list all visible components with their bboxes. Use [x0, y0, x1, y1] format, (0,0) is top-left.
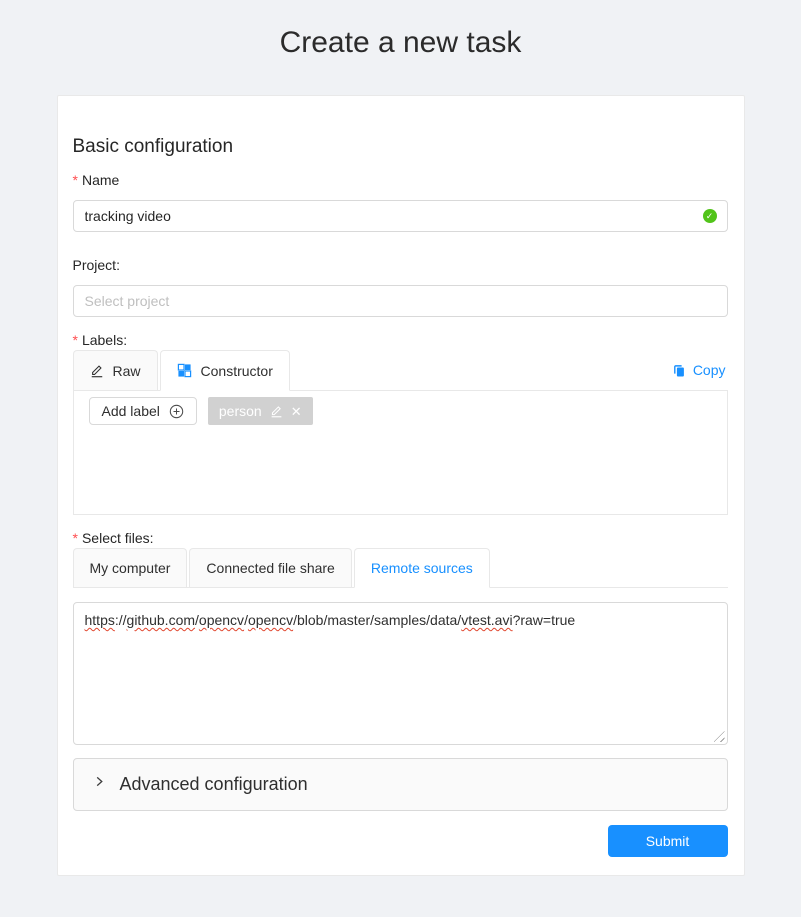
- copy-button[interactable]: Copy: [672, 362, 728, 378]
- files-tabbar: My computer Connected file share Remote …: [73, 548, 728, 588]
- edit-label-icon[interactable]: [270, 404, 283, 418]
- name-label: *Name: [73, 172, 728, 188]
- tab-remote-sources-label: Remote sources: [371, 560, 473, 576]
- page-title: Create a new task: [0, 0, 801, 61]
- project-input-wrap: [73, 285, 728, 317]
- submit-button[interactable]: Submit: [608, 825, 728, 857]
- plus-circle-icon: [169, 404, 184, 419]
- copy-button-label: Copy: [693, 362, 726, 378]
- label-tag-name: person: [219, 403, 262, 419]
- chevron-right-icon: [94, 776, 105, 787]
- edit-icon: [90, 363, 104, 378]
- labels-label: *Labels:: [73, 332, 728, 348]
- build-icon: [177, 363, 192, 378]
- tab-connected-file-share-label: Connected file share: [206, 560, 334, 576]
- remove-label-icon[interactable]: ✕: [291, 405, 302, 418]
- required-asterisk: *: [73, 172, 78, 188]
- tab-raw[interactable]: Raw: [73, 350, 158, 390]
- tab-my-computer[interactable]: My computer: [73, 548, 188, 587]
- labels-constructor-box: Add label person ✕: [73, 391, 728, 515]
- add-label-button[interactable]: Add label: [89, 397, 197, 425]
- name-input-wrap: ✓: [73, 200, 728, 232]
- remote-sources-textarea[interactable]: https://github.com/opencv/opencv/blob/ma…: [73, 602, 728, 745]
- labels-tabbar: Raw Constructor Copy: [73, 350, 728, 391]
- submit-row: Submit: [73, 825, 728, 857]
- project-select-input[interactable]: [73, 285, 728, 317]
- select-files-label: *Select files:: [73, 530, 728, 546]
- success-check-icon: ✓: [703, 209, 717, 223]
- tab-raw-label: Raw: [113, 363, 141, 379]
- tab-constructor-label: Constructor: [201, 363, 273, 379]
- required-asterisk: *: [73, 530, 78, 546]
- textarea-resize-handle[interactable]: [714, 731, 725, 742]
- tab-connected-file-share[interactable]: Connected file share: [189, 548, 351, 587]
- url-text: https: [85, 612, 115, 628]
- copy-icon: [672, 363, 686, 378]
- project-label: Project:: [73, 257, 728, 273]
- create-task-card: Basic configuration *Name ✓ Project: *La…: [57, 95, 745, 876]
- required-asterisk: *: [73, 332, 78, 348]
- advanced-configuration-panel[interactable]: Advanced configuration: [73, 758, 728, 811]
- tab-constructor[interactable]: Constructor: [160, 350, 290, 391]
- add-label-button-label: Add label: [102, 403, 160, 419]
- name-input[interactable]: [73, 200, 728, 232]
- label-tag-person[interactable]: person ✕: [208, 397, 313, 425]
- section-title: Basic configuration: [73, 134, 728, 160]
- tab-remote-sources[interactable]: Remote sources: [354, 548, 490, 588]
- tab-my-computer-label: My computer: [90, 560, 171, 576]
- advanced-configuration-label: Advanced configuration: [120, 774, 308, 795]
